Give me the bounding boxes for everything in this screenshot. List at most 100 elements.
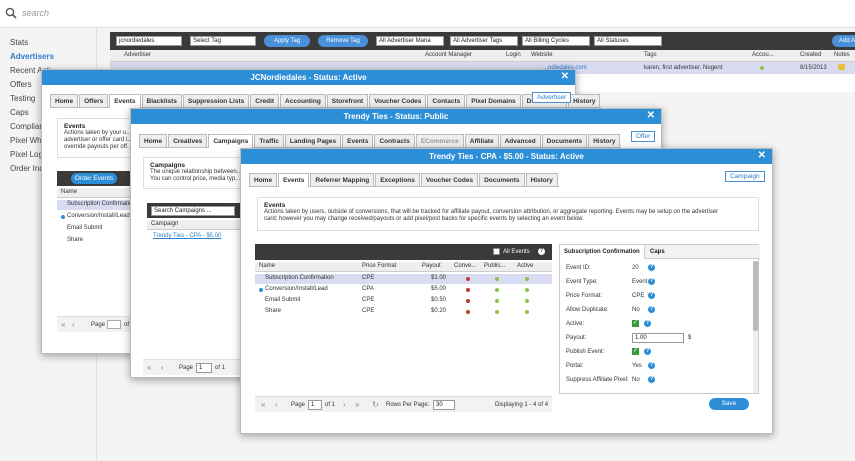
tab-events[interactable]: Events [109,94,141,108]
scrollbar[interactable] [753,261,758,393]
tab-events[interactable]: Events [278,173,310,187]
order-events-button[interactable]: Order Events [71,173,117,184]
table-row[interactable]: Email Submit CPE $0.50 [255,296,552,306]
tab-affiliate[interactable]: Affiliate [464,134,499,147]
tab-ecommerce[interactable]: ECommerce [415,134,464,147]
add-advertiser-button[interactable]: Add A [832,35,855,47]
advertiser-tags-filter[interactable]: All Advertiser Tags [450,36,518,46]
tab-contracts[interactable]: Contracts [374,134,415,147]
col-payout[interactable]: Payout [422,263,441,269]
apply-tag-button[interactable]: Apply Tag [264,35,310,47]
col-advertiser[interactable]: Advertiser [124,52,151,58]
all-events-checkbox[interactable] [493,248,500,255]
tab-storefront[interactable]: Storefront [326,94,369,107]
help-icon[interactable]: ? [644,320,651,327]
tab-campaigns[interactable]: Campaigns [208,134,254,148]
help-icon[interactable]: ? [648,376,655,383]
tab-landing-pages[interactable]: Landing Pages [284,134,342,147]
help-icon[interactable]: ? [648,278,655,285]
col-account-status[interactable]: Accou... [752,52,774,58]
col-price-format[interactable]: Price Format [362,263,396,269]
help-icon[interactable]: ? [644,348,651,355]
tab-accounting[interactable]: Accounting [280,94,326,107]
first-page-icon[interactable]: « [61,320,65,329]
col-name[interactable]: Name [259,263,275,269]
page-input[interactable]: 1 [308,400,322,410]
help-icon[interactable]: ? [538,248,545,255]
tab-traffic[interactable]: Traffic [254,134,284,147]
campaign-link[interactable]: Trendy Ties - CPA - $5.00 [153,233,221,239]
remove-tag-button[interactable]: Remove Tag [318,35,368,47]
tab-referrer-mapping[interactable]: Referrer Mapping [310,173,375,186]
tab-events[interactable]: Events [342,134,374,147]
tab-voucher-codes[interactable]: Voucher Codes [420,173,479,186]
tab-caps[interactable]: Caps [646,245,669,259]
list-item[interactable]: Conversion/Install/Lead [57,212,137,222]
tab-subscription-confirmation[interactable]: Subscription Confirmation [560,245,645,259]
tab-pixel-domains[interactable]: Pixel Domains [466,94,521,107]
refresh-icon[interactable]: ↻ [372,400,379,409]
nav-item-advertisers[interactable]: Advertisers [10,52,54,61]
last-page-icon[interactable]: » [355,400,359,409]
next-page-icon[interactable]: › [343,400,346,409]
nav-item-pixel-log[interactable]: Pixel Log [10,150,43,159]
checkbox-checked[interactable]: ✓ [632,348,639,355]
tab-documents[interactable]: Documents [479,173,525,186]
list-item[interactable]: Email Submit [57,224,137,234]
search-icon[interactable] [5,7,17,19]
billing-cycle-filter[interactable]: All Billing Cycles [522,36,590,46]
col-active[interactable]: Active [517,263,533,269]
tab-blacklists[interactable]: Blacklists [141,94,182,107]
status-filter[interactable]: All Statuses [594,36,662,46]
tab-history[interactable]: History [525,173,558,186]
tab-voucher-codes[interactable]: Voucher Codes [369,94,427,107]
tab-home[interactable]: Home [139,134,168,147]
nav-item-stats[interactable]: Stats [10,38,28,47]
help-icon[interactable]: ? [648,264,655,271]
table-row[interactable]: Trendy Ties - CPA - $5.00 [147,232,243,242]
select-tag-dropdown[interactable]: Select Tag [190,36,256,46]
col-notes[interactable]: Notes [834,52,850,58]
tab-creatives[interactable]: Creatives [168,134,208,147]
tab-advanced[interactable]: Advanced [499,134,541,147]
prev-page-icon[interactable]: ‹ [72,320,75,329]
offer-link-button[interactable]: Offer [631,131,656,142]
account-manager-filter[interactable]: All Advertiser Mana [376,36,444,46]
tab-suppression-lists[interactable]: Suppression Lists [182,94,250,107]
col-name[interactable]: Name [61,189,77,195]
col-login[interactable]: Login [506,52,521,58]
close-icon[interactable]: ✕ [647,110,655,121]
tab-history[interactable]: History [568,94,601,107]
help-icon[interactable]: ? [648,306,655,313]
table-row[interactable]: Subscription Confirmation CPE $1.00 [255,274,552,284]
tab-contacts[interactable]: Contacts [427,94,466,107]
help-icon[interactable]: ? [648,292,655,299]
advertiser-search-field[interactable]: jcnordiedales [116,36,182,46]
nav-item-caps[interactable]: Caps [10,108,29,117]
campaign-search-input[interactable]: Search Campaigns ... [151,206,235,216]
tab-credit[interactable]: Credit [250,94,280,107]
table-row[interactable]: Conversion/Install/Lead CPA $5.00 [255,285,552,295]
col-campaign[interactable]: Campaign [151,221,178,227]
col-conversion[interactable]: Conve... [454,263,476,269]
tab-documents[interactable]: Documents [541,134,588,147]
table-row[interactable]: Share CPE $0.20 [255,307,552,317]
col-website[interactable]: Website [531,52,553,58]
nav-item-offers[interactable]: Offers [10,80,32,89]
col-created[interactable]: Created [800,52,821,58]
col-tags[interactable]: Tags [644,52,657,58]
note-icon[interactable] [838,64,845,70]
rows-per-page-select[interactable]: 30 [433,400,455,410]
close-icon[interactable]: ✕ [561,71,569,82]
campaign-link-button[interactable]: Campaign [725,171,765,182]
page-input[interactable]: 1 [196,363,212,373]
list-item[interactable]: Subscription Confirmatio... [57,200,137,210]
close-icon[interactable]: ✕ [758,150,766,161]
checkbox-checked[interactable]: ✓ [632,320,639,327]
list-item[interactable]: Share [57,236,137,246]
tab-offers[interactable]: Offers [79,94,109,107]
tab-history[interactable]: History [588,134,621,147]
page-input[interactable] [107,320,121,329]
advertiser-link-button[interactable]: Advertiser [532,92,572,103]
prev-page-icon[interactable]: ‹ [275,400,278,409]
